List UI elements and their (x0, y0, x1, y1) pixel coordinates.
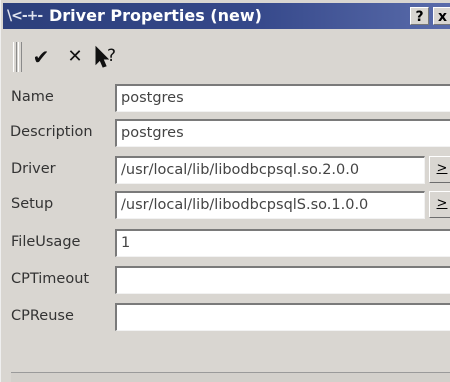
driver-label: Driver (11, 161, 56, 177)
whats-this-help-icon[interactable]: ? (93, 44, 121, 70)
whats-this-label: ? (107, 46, 116, 66)
status-bar (11, 372, 450, 382)
toolbar-handle[interactable] (13, 42, 17, 72)
window-menu-icon[interactable]: \<-+- (7, 6, 47, 26)
close-button[interactable]: x (433, 7, 450, 25)
driver-field[interactable]: /usr/local/lib/libodbcpsql.so.2.0.0 (115, 156, 425, 184)
toolbar-handle-grip (18, 42, 22, 72)
ok-checkmark-icon[interactable]: ✔ (27, 44, 55, 70)
description-field[interactable]: postgres (115, 119, 450, 147)
title-bar[interactable]: \<-+- Driver Properties (new) ? x (3, 3, 450, 29)
setup-label: Setup (11, 196, 54, 212)
driver-browse-button[interactable]: > (429, 156, 450, 183)
description-label: Description (10, 124, 93, 140)
help-button[interactable]: ? (410, 7, 429, 25)
setup-browse-button[interactable]: > (429, 191, 450, 218)
cancel-x-icon[interactable]: ✕ (61, 44, 89, 70)
toolbar: ✔ ✕ ? (13, 40, 138, 74)
whats-this-cursor-icon: ? (95, 45, 116, 68)
cptimeout-field[interactable] (115, 266, 450, 294)
cpreuse-field[interactable] (115, 303, 450, 331)
fileusage-label: FileUsage (11, 234, 81, 250)
window-title: Driver Properties (new) (49, 6, 262, 25)
setup-field[interactable]: /usr/local/lib/libodbcpsqlS.so.1.0.0 (115, 191, 425, 219)
fileusage-field[interactable]: 1 (115, 229, 450, 257)
name-label: Name (11, 89, 54, 105)
cpreuse-label: CPReuse (11, 308, 74, 324)
cptimeout-label: CPTimeout (11, 271, 90, 287)
name-field[interactable]: postgres (115, 84, 450, 112)
driver-properties-window: \<-+- Driver Properties (new) ? x ✔ ✕ ? … (0, 0, 450, 382)
